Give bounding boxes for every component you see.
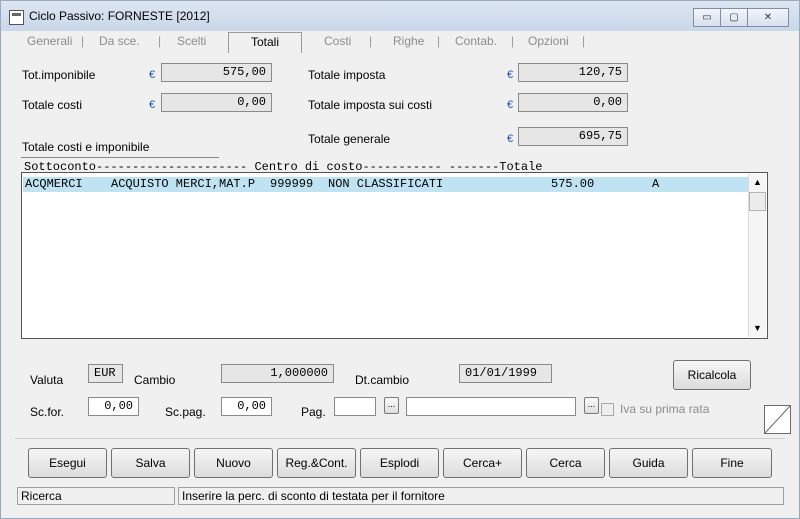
pag-description-input[interactable]: [406, 397, 576, 416]
pag-code-input[interactable]: [334, 397, 376, 416]
scpag-label: Sc.pag.: [165, 405, 206, 419]
dtcambio-field: 01/01/1999: [459, 364, 552, 383]
tab-costi[interactable]: Costi: [324, 34, 351, 48]
euro-icon: €: [507, 133, 514, 145]
title-bar: Ciclo Passivo: FORNESTE [2012] ▭ ▢ ✕: [1, 1, 799, 31]
euro-icon: €: [507, 99, 514, 111]
window-title: Ciclo Passivo: FORNESTE [2012]: [29, 9, 210, 23]
scroll-up-icon[interactable]: ▲: [749, 174, 766, 191]
totale-generale-label: Totale generale: [308, 132, 391, 146]
divider: [15, 438, 785, 439]
euro-icon: €: [149, 99, 156, 111]
scroll-down-icon[interactable]: ▼: [749, 320, 766, 337]
reg-cont-button[interactable]: Reg.&Cont.: [277, 448, 356, 478]
tab-opzioni[interactable]: Opzioni: [528, 34, 569, 48]
tab-separator: |: [437, 34, 441, 48]
tot-imponibile-label: Tot.imponibile: [22, 68, 96, 82]
app-icon: [9, 10, 24, 25]
maximize-button[interactable]: ▢: [720, 8, 748, 27]
ricalcola-button[interactable]: Ricalcola: [673, 360, 751, 390]
nuovo-button[interactable]: Nuovo: [194, 448, 273, 478]
tab-totali[interactable]: Totali: [228, 32, 302, 53]
totale-imposta-field: 120,75: [518, 63, 628, 82]
tab-separator: |: [582, 34, 586, 48]
tab-separator: |: [81, 34, 85, 48]
tab-bar: Generali | Da sce. | Scelti Totali Costi…: [1, 31, 799, 53]
valuta-label: Valuta: [30, 373, 64, 387]
pag-label: Pag.: [301, 405, 326, 419]
app-window: Ciclo Passivo: FORNESTE [2012] ▭ ▢ ✕ Gen…: [0, 0, 800, 519]
scfor-input[interactable]: 0,00: [88, 397, 139, 416]
tab-generali[interactable]: Generali: [27, 34, 72, 48]
guida-button[interactable]: Guida: [609, 448, 688, 478]
window-controls: ▭ ▢ ✕: [693, 8, 789, 27]
totale-imposta-costi-label: Totale imposta sui costi: [308, 98, 433, 112]
scpag-input[interactable]: 0,00: [221, 397, 272, 416]
divider: [21, 157, 219, 158]
tab-da-sce[interactable]: Da sce.: [99, 34, 140, 48]
valuta-field[interactable]: EUR: [88, 364, 123, 383]
euro-icon: €: [507, 69, 514, 81]
scfor-label: Sc.for.: [30, 405, 65, 419]
cambio-label: Cambio: [134, 373, 176, 387]
totale-imposta-label: Totale imposta: [308, 68, 386, 82]
tab-separator: |: [369, 34, 373, 48]
minimize-button[interactable]: ▭: [693, 8, 721, 27]
vertical-scrollbar[interactable]: ▲ ▼: [748, 174, 766, 337]
euro-icon: €: [149, 69, 156, 81]
totale-costi-field: 0,00: [161, 93, 272, 112]
row-total: 575.00: [551, 177, 595, 191]
corner-icon: [764, 405, 791, 434]
totale-imposta-costi-field: 0,00: [518, 93, 628, 112]
cambio-field: 1,000000: [221, 364, 334, 383]
tab-separator: |: [158, 34, 162, 48]
row-cost-center-code: 999999: [270, 177, 314, 191]
tab-righe[interactable]: Righe: [393, 34, 424, 48]
salva-button[interactable]: Salva: [111, 448, 190, 478]
scroll-thumb[interactable]: [749, 192, 766, 211]
esegui-button[interactable]: Esegui: [28, 448, 107, 478]
tab-scelti[interactable]: Scelti: [177, 34, 206, 48]
dtcambio-label: Dt.cambio: [355, 373, 410, 387]
row-cost-center: NON CLASSIFICATI: [328, 177, 444, 191]
totale-generale-field: 695,75: [518, 127, 628, 146]
status-message: Inserire la perc. di sconto di testata p…: [178, 487, 784, 505]
totale-costi-label: Totale costi: [22, 98, 83, 112]
cost-list[interactable]: ACQMERCI ACQUISTO MERCI,MAT.P 999999 NON…: [21, 172, 768, 339]
pag-lookup-button[interactable]: ...: [384, 397, 399, 414]
esplodi-button[interactable]: Esplodi: [360, 448, 439, 478]
cerca-button[interactable]: Cerca: [526, 448, 605, 478]
row-flag: A: [652, 177, 660, 191]
row-description: ACQUISTO MERCI,MAT.P: [111, 177, 256, 191]
cerca-plus-button[interactable]: Cerca+: [443, 448, 522, 478]
tab-contab[interactable]: Contab.: [455, 34, 497, 48]
list-row[interactable]: ACQMERCI ACQUISTO MERCI,MAT.P 999999 NON…: [23, 177, 749, 192]
tot-imponibile-field: 575,00: [161, 63, 272, 82]
fine-button[interactable]: Fine: [692, 448, 772, 478]
row-code: ACQMERCI: [25, 177, 83, 191]
iva-checkbox[interactable]: [601, 403, 614, 416]
status-left: Ricerca: [17, 487, 175, 505]
pag-desc-lookup-button[interactable]: ...: [584, 397, 599, 414]
iva-label: Iva su prima rata: [620, 402, 710, 416]
totale-costi-imponibile-label: Totale costi e imponibile: [22, 140, 150, 154]
close-button[interactable]: ✕: [747, 8, 789, 27]
tab-separator: |: [511, 34, 515, 48]
